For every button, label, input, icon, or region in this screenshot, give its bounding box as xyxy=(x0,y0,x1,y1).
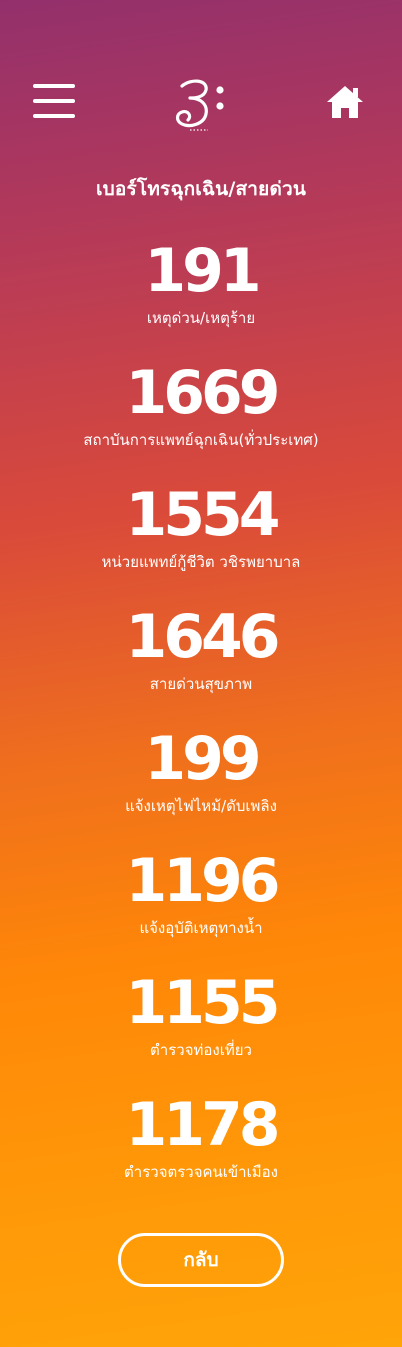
hotline-item[interactable]: 1669 สถาบันการแพทย์ฉุกเฉิน(ทั่วประเทศ) xyxy=(0,358,402,480)
hotline-label: แจ้งอุบัติเหตุทางน้ำ xyxy=(139,919,263,937)
hotline-item[interactable]: 1554 หน่วยแพทย์กู้ชีวิต วชิรพยาบาล xyxy=(0,480,402,602)
hotline-item[interactable]: 1646 สายด่วนสุขภาพ xyxy=(0,602,402,724)
hotline-number: 191 xyxy=(144,236,261,306)
app-logo-icon xyxy=(175,79,224,131)
hotline-label: สถาบันการแพทย์ฉุกเฉิน(ทั่วประเทศ) xyxy=(83,431,319,449)
back-button[interactable]: กลับ xyxy=(118,1233,284,1287)
hotline-number: 1178 xyxy=(125,1090,281,1160)
hotline-label: แจ้งเหตุไฟไหม้/ดับเพลิง xyxy=(125,797,277,815)
hotline-number: 1669 xyxy=(125,358,281,428)
hotline-item[interactable]: 199 แจ้งเหตุไฟไหม้/ดับเพลิง xyxy=(0,724,402,846)
hotline-number: 1554 xyxy=(125,480,281,550)
hotline-number: 1646 xyxy=(125,602,281,672)
hotline-label: ตำรวจท่องเที่ยว xyxy=(150,1041,252,1059)
hotline-item[interactable]: 1155 ตำรวจท่องเที่ยว xyxy=(0,968,402,1090)
menu-bar xyxy=(33,84,75,88)
hotline-label: สายด่วนสุขภาพ xyxy=(149,675,253,693)
hotline-item[interactable]: 191 เหตุด่วน/เหตุร้าย xyxy=(0,236,402,358)
hotline-label: เหตุด่วน/เหตุร้าย xyxy=(146,309,256,327)
hotline-list: 191 เหตุด่วน/เหตุร้าย 1669 สถาบันการแพทย… xyxy=(0,236,402,1212)
header xyxy=(0,0,402,150)
page-title: เบอร์โทรฉุกเฉิน/สายด่วน xyxy=(95,178,307,200)
hamburger-menu-icon[interactable] xyxy=(33,84,75,118)
hotline-label: ตำรวจตรวจคนเข้าเมือง xyxy=(124,1163,278,1181)
hotline-number: 1196 xyxy=(125,846,281,916)
hotline-number: 199 xyxy=(144,724,261,794)
hotline-number: 1155 xyxy=(125,968,281,1038)
hotline-item[interactable]: 1196 แจ้งอุบัติเหตุทางน้ำ xyxy=(0,846,402,968)
home-icon[interactable] xyxy=(326,84,364,120)
hotline-item[interactable]: 1178 ตำรวจตรวจคนเข้าเมือง xyxy=(0,1090,402,1212)
hotline-screen: เบอร์โทรฉุกเฉิน/สายด่วน 191 เหตุด่วน/เหต… xyxy=(0,0,402,1347)
hotline-label: หน่วยแพทย์กู้ชีวิต วชิรพยาบาล xyxy=(101,553,301,571)
menu-bar xyxy=(33,114,75,118)
menu-bar xyxy=(33,99,75,103)
